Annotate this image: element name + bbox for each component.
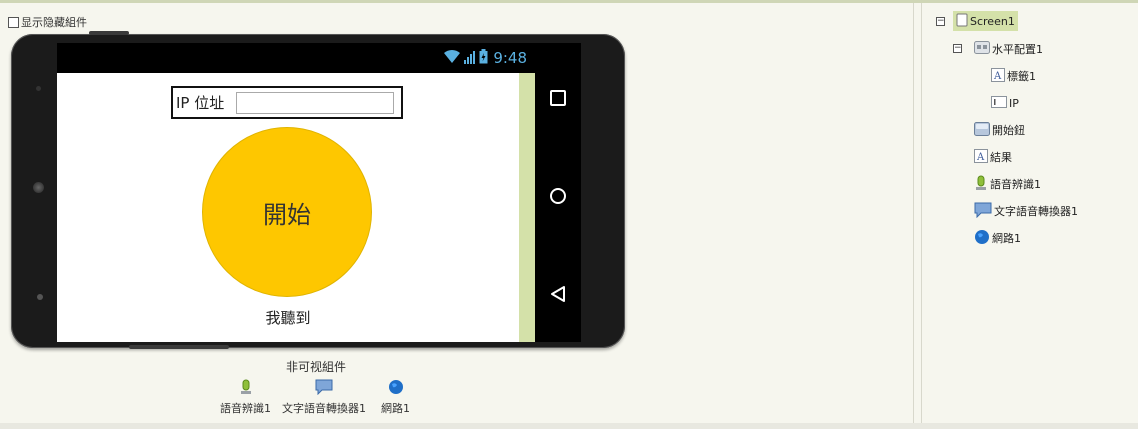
back-icon[interactable]	[535, 279, 581, 309]
speech-bubble-icon	[282, 379, 366, 398]
tree-item-horizontal-arrangement[interactable]: 水平配置1	[974, 39, 1043, 59]
phone-sensor	[36, 86, 41, 91]
home-icon[interactable]	[535, 181, 581, 211]
svg-text:A: A	[993, 71, 1002, 82]
component-tree: − Screen1 − 水平配置1 A 標籤1 IP 開始鈕 A 結果 語音辨識…	[921, 3, 1138, 423]
status-time: 9:48	[493, 49, 527, 67]
tree-item-text-to-speech[interactable]: 文字語音轉換器1	[974, 201, 1078, 221]
tree-item-start-button[interactable]: 開始鈕	[974, 120, 1025, 140]
label-icon: A	[991, 67, 1005, 85]
nonvisible-web[interactable]: 網路1	[381, 379, 410, 416]
nonvisible-label: 語音辨識1	[220, 402, 271, 415]
horizontal-arrangement[interactable]: IP 位址	[171, 86, 403, 119]
phone-button-top	[89, 31, 129, 35]
tree-item-label: 標籤1	[1007, 70, 1036, 83]
tree-item-label: 結果	[990, 151, 1012, 164]
signal-icon	[464, 49, 476, 68]
tree-item-web[interactable]: 網路1	[974, 228, 1021, 248]
ip-label: IP 位址	[176, 94, 225, 112]
nonvisible-title: 非可视組件	[285, 360, 346, 374]
app-screen[interactable]: IP 位址 開始 我聽到	[57, 73, 519, 342]
checkbox-box[interactable]	[8, 16, 19, 28]
nonvisible-label: 網路1	[381, 402, 410, 415]
tree-item-label: 文字語音轉換器1	[994, 205, 1078, 218]
nonvisible-text-to-speech[interactable]: 文字語音轉換器1	[282, 379, 366, 416]
nonvisible-label: 文字語音轉換器1	[282, 402, 366, 415]
microphone-icon	[220, 379, 271, 398]
viewer-panel: 显示隐藏組件 9:48 IP 位址 開始 我聽到 非可视組件 語音辨識1 文字語…	[0, 3, 914, 423]
battery-icon	[479, 48, 488, 68]
phone-dot	[37, 294, 43, 300]
globe-icon	[974, 229, 990, 248]
start-button[interactable]: 開始	[202, 127, 372, 297]
collapse-toggle-hbox[interactable]: −	[953, 44, 962, 53]
nonvisible-speech-recognizer[interactable]: 語音辨識1	[220, 379, 271, 416]
show-hidden-checkbox[interactable]: 显示隐藏組件	[8, 14, 87, 30]
show-hidden-label: 显示隐藏組件	[21, 16, 87, 29]
collapse-toggle-screen1[interactable]: −	[936, 17, 945, 26]
tree-item-ip[interactable]: IP	[991, 93, 1019, 113]
phone-button-bottom	[129, 345, 229, 349]
phone-frame: 9:48 IP 位址 開始 我聽到	[11, 31, 625, 349]
screen-edge	[519, 73, 535, 342]
textbox-icon	[991, 95, 1007, 111]
globe-icon	[381, 379, 410, 398]
tree-item-label1[interactable]: A 標籤1	[991, 66, 1036, 86]
tree-item-label: Screen1	[970, 14, 1015, 28]
bottom-divider	[0, 423, 1138, 429]
label-icon: A	[974, 148, 988, 166]
status-bar: 9:48	[57, 43, 535, 73]
horizontal-arrangement-icon	[974, 41, 990, 57]
tree-item-label: IP	[1009, 96, 1019, 110]
svg-text:A: A	[976, 152, 985, 163]
tree-item-label: 水平配置1	[992, 43, 1043, 56]
tree-item-label: 網路1	[992, 232, 1021, 245]
tree-item-label: 開始鈕	[992, 124, 1025, 137]
tree-item-speech-recognizer[interactable]: 語音辨識1	[974, 174, 1041, 194]
tree-item-label: 語音辨識1	[990, 178, 1041, 191]
tree-item-result[interactable]: A 結果	[974, 147, 1012, 167]
button-icon	[974, 121, 990, 139]
speech-bubble-icon	[974, 202, 992, 221]
screen-icon	[956, 13, 968, 30]
wifi-icon	[443, 49, 461, 68]
result-label: 我聽到	[265, 309, 311, 327]
tree-item-screen1[interactable]: Screen1	[953, 11, 1018, 31]
ip-input[interactable]	[236, 91, 395, 114]
nav-bar	[535, 43, 581, 342]
microphone-icon	[974, 175, 988, 194]
recent-apps-icon[interactable]	[535, 83, 581, 113]
phone-speaker	[33, 182, 44, 193]
